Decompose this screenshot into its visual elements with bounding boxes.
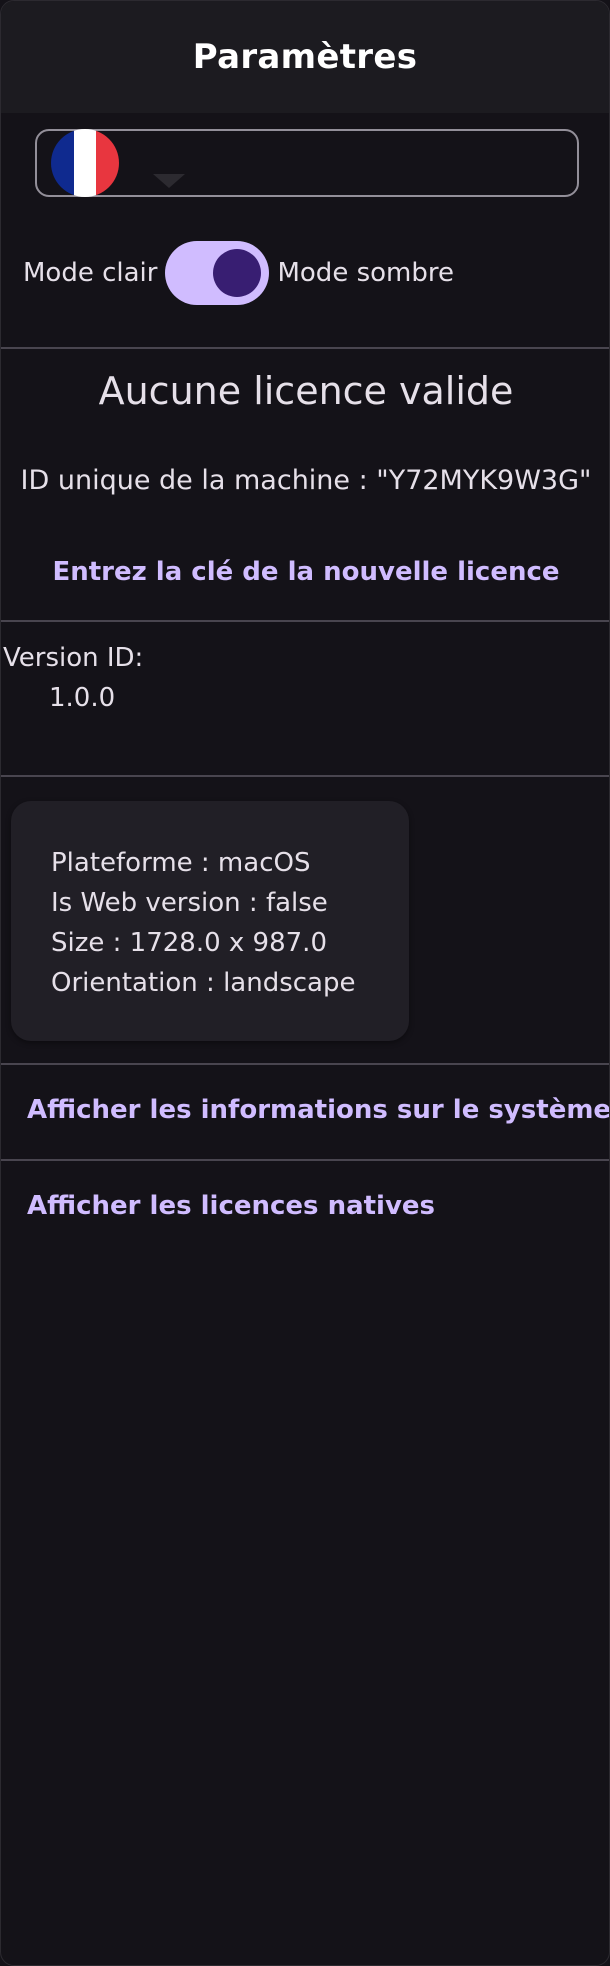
enter-license-key-link[interactable]: Entrez la clé de la nouvelle licence (52, 557, 559, 587)
enter-license-container: Entrez la clé de la nouvelle licence (1, 557, 609, 587)
system-info-link[interactable]: Afficher les informations sur le système (27, 1095, 609, 1125)
platform-info-card: Plateforme : macOS Is Web version : fals… (11, 801, 409, 1041)
native-licenses-link[interactable]: Afficher les licences natives (27, 1191, 435, 1221)
machine-id-text: ID unique de la machine : "Y72MYK9W3G" (20, 465, 592, 496)
flag-france-icon (51, 129, 119, 197)
dropdown-arrow-icon (153, 174, 185, 188)
dark-mode-label: Mode sombre (277, 258, 454, 288)
switch-thumb (213, 249, 262, 297)
orientation-line: Orientation : landscape (51, 968, 356, 998)
platform-line: Plateforme : macOS (51, 848, 311, 878)
divider (1, 1063, 609, 1065)
language-dropdown[interactable] (35, 129, 579, 197)
app-bar: Paramètres (1, 1, 609, 113)
dark-mode-switch[interactable] (165, 241, 270, 305)
settings-panel: Paramètres Mode clair Mode sombre Aucune… (0, 0, 610, 1966)
page-title: Paramètres (192, 37, 418, 77)
light-mode-label: Mode clair (23, 258, 158, 288)
version-value: 1.0.0 (49, 683, 116, 713)
divider (1, 620, 609, 622)
web-version-line: Is Web version : false (51, 888, 328, 918)
size-line: Size : 1728.0 x 987.0 (51, 928, 327, 958)
version-label: Version ID: (3, 643, 144, 673)
license-status-title: Aucune licence valide (98, 369, 514, 413)
divider (1, 1159, 609, 1161)
theme-toggle-row: Mode clair Mode sombre (23, 239, 454, 307)
divider (1, 347, 609, 349)
divider (1, 775, 609, 777)
